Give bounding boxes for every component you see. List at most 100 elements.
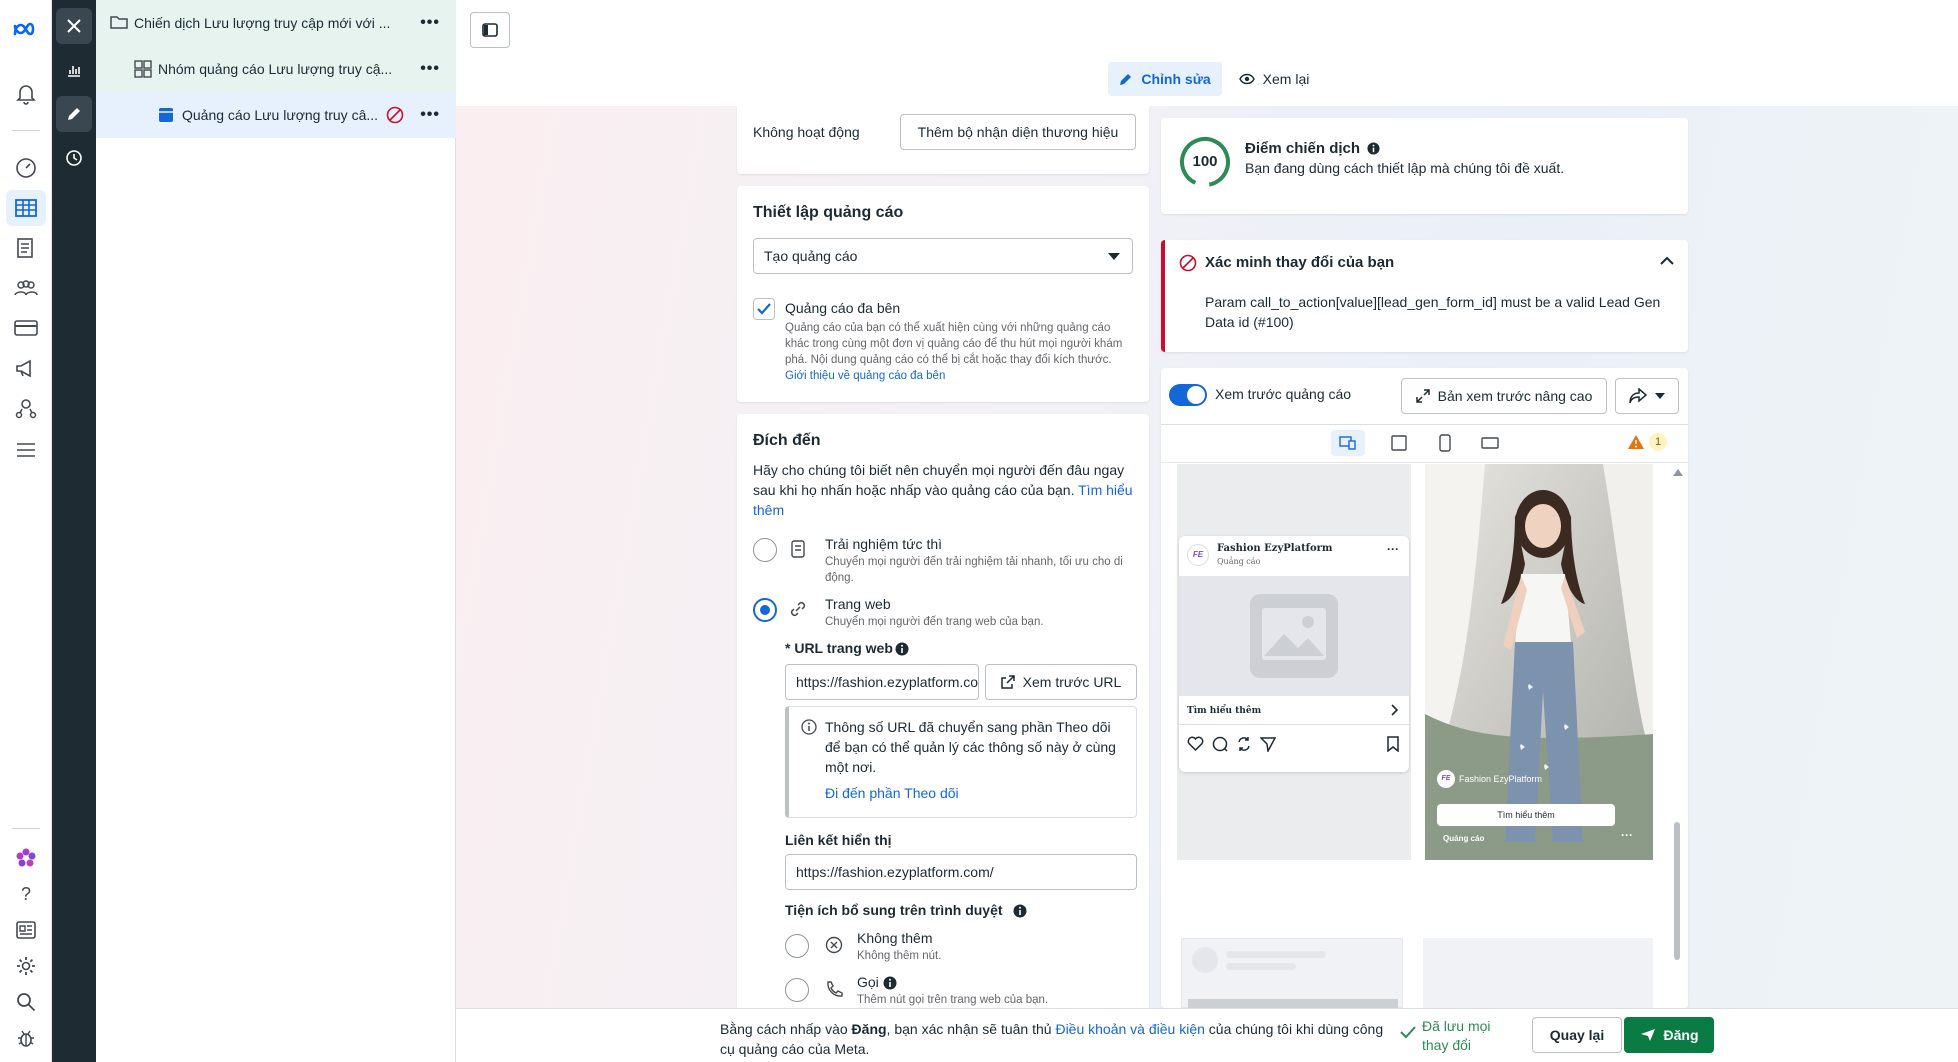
accounts-center-icon[interactable]	[6, 390, 46, 426]
placement-vertical-icon[interactable]	[1439, 434, 1451, 452]
verify-title: Xác minh thay đổi của bạn	[1205, 254, 1395, 271]
toggle-panel-icon[interactable]	[470, 12, 510, 48]
tree-row-ad[interactable]: Quảng cáo Lưu lượng truy câ... •••	[96, 92, 456, 138]
search-icon[interactable]	[6, 984, 46, 1020]
bookmark-icon	[1387, 736, 1399, 752]
megaphone-icon[interactable]	[6, 350, 46, 386]
pencil-icon	[1120, 74, 1132, 85]
website-desc: Chuyển mọi người đến trang web của bạn.	[825, 616, 1044, 628]
campaign-score-card: 100 Điểm chiến dịch Bạn đang dùng cách t…	[1161, 118, 1688, 214]
url-params-info-text: Thông số URL đã chuyển sang phần Theo dõ…	[825, 719, 1116, 775]
close-icon[interactable]	[56, 8, 92, 44]
image-placeholder-icon	[1179, 576, 1409, 696]
feed-more-icon: ···	[1387, 542, 1399, 556]
scroll-up-icon[interactable]	[1673, 468, 1683, 476]
tab-edit[interactable]: Chỉnh sửa	[1108, 62, 1222, 96]
billing-card-icon[interactable]	[6, 310, 46, 346]
score-gauge: 100	[1179, 136, 1231, 188]
placement-square-icon[interactable]	[1391, 435, 1407, 451]
ad-setup-card: Thiết lập quảng cáo Tạo quảng cáo Quảng …	[737, 186, 1149, 402]
tree-row-adset[interactable]: Nhóm quảng cáo Lưu lượng truy cậ... •••	[96, 46, 456, 92]
bell-icon[interactable]	[6, 76, 46, 112]
info-icon	[895, 642, 909, 656]
warning-icon[interactable]	[1627, 434, 1645, 450]
menu-icon[interactable]	[6, 432, 46, 468]
tree-row-campaign[interactable]: Chiến dịch Lưu lượng truy cập mới với ..…	[96, 0, 456, 46]
dashboard-icon[interactable]	[6, 150, 46, 186]
radio-instant-experience[interactable]	[753, 538, 777, 562]
placement-all-icon[interactable]	[1331, 430, 1365, 456]
phone-icon	[825, 980, 843, 998]
instant-experience-desc: Chuyển mọi người đến trải nghiệm tải nha…	[825, 556, 1123, 584]
tab-review[interactable]: Xem lại	[1232, 62, 1316, 96]
error-icon	[386, 106, 404, 124]
website-url-input[interactable]: https://fashion.ezyplatform.com/	[785, 664, 979, 700]
model-photo	[1425, 464, 1653, 860]
adset-more-icon[interactable]: •••	[420, 60, 440, 78]
go-to-tracking-link[interactable]: Đi đến phần Theo dõi	[825, 785, 959, 801]
multi-advertiser-link[interactable]: Giới thiệu về quảng cáo đa bên	[785, 370, 945, 382]
edit-pencil-icon[interactable]	[56, 96, 92, 132]
link-icon	[789, 600, 807, 618]
info-icon-addons	[1013, 904, 1027, 918]
verify-message: Param call_to_action[value][lead_gen_for…	[1205, 294, 1661, 330]
score-desc: Bạn đang dùng cách thiết lập mà chúng tô…	[1245, 160, 1565, 176]
eye-icon	[1238, 73, 1255, 85]
settings-gear-icon[interactable]	[6, 948, 46, 984]
campaigns-table-icon[interactable]	[6, 190, 46, 226]
checkmark-icon	[757, 303, 771, 315]
radio-call-addon[interactable]	[785, 978, 809, 1002]
placement-horizontal-icon[interactable]	[1481, 437, 1499, 449]
audiences-icon[interactable]	[6, 270, 46, 306]
info-circle-icon	[801, 719, 817, 735]
story-cta-button: Tìm hiểu thêm	[1437, 804, 1615, 826]
display-link-input[interactable]: https://fashion.ezyplatform.com/	[785, 854, 1137, 890]
campaign-more-icon[interactable]: •••	[420, 14, 440, 32]
divider-2	[1161, 462, 1688, 463]
story-brand-name: Fashion EzyPlatform	[1459, 774, 1543, 784]
catalog-icon[interactable]	[6, 230, 46, 266]
website-url-value: https://fashion.ezyplatform.com/	[796, 674, 979, 690]
share-button[interactable]	[1615, 378, 1679, 414]
tab-edit-label: Chỉnh sửa	[1141, 71, 1211, 87]
help-icon[interactable]: ?	[6, 876, 46, 912]
website-title: Trang web	[825, 596, 891, 612]
advanced-preview-button[interactable]: Bản xem trước nâng cao	[1401, 378, 1607, 414]
share-arrow-icon	[1629, 388, 1647, 404]
ad-more-icon[interactable]: •••	[420, 106, 440, 124]
story-brand-logo: FE	[1437, 770, 1455, 788]
bug-report-icon[interactable]	[6, 1020, 46, 1056]
instant-experience-icon	[791, 540, 805, 558]
news-icon[interactable]	[6, 912, 46, 948]
saved-status: Đã lưu mọi thay đổi	[1422, 1018, 1491, 1053]
publish-label: Đăng	[1663, 1027, 1699, 1043]
repost-icon	[1238, 737, 1250, 751]
chevron-right-icon	[1391, 704, 1399, 716]
divider	[1161, 424, 1688, 425]
back-button[interactable]: Quay lại	[1532, 1017, 1622, 1053]
add-brand-identity-button[interactable]: Thêm bộ nhận diện thương hiệu	[900, 114, 1136, 150]
no-addon-desc: Không thêm nút.	[857, 950, 942, 962]
preview-scrollbar[interactable]	[1674, 822, 1680, 960]
meta-logo-icon[interactable]	[6, 12, 46, 48]
radio-no-addon[interactable]	[785, 934, 809, 958]
placeholder-card-2	[1423, 938, 1653, 1008]
info-icon-score	[1367, 142, 1380, 155]
radio-website[interactable]	[753, 598, 777, 622]
ad-setup-select-value: Tạo quảng cáo	[764, 248, 858, 264]
chevron-up-icon[interactable]	[1660, 256, 1674, 266]
meta-ai-flower-icon[interactable]	[6, 840, 46, 876]
preview-toggle[interactable]	[1169, 384, 1207, 406]
history-clock-icon[interactable]	[56, 140, 92, 176]
rail-divider-bottom	[12, 828, 40, 829]
caret-down-icon	[1655, 393, 1665, 399]
info-icon-call	[883, 976, 897, 990]
terms-link[interactable]: Điều khoản và điều kiện	[1055, 1021, 1204, 1037]
preview-url-button[interactable]: Xem trước URL	[985, 664, 1137, 700]
ad-setup-select[interactable]: Tạo quảng cáo	[753, 238, 1133, 274]
multi-advertiser-checkbox[interactable]	[753, 298, 775, 320]
publish-button[interactable]: Đăng	[1624, 1017, 1714, 1053]
multi-advertiser-title: Quảng cáo đa bên	[785, 300, 901, 316]
brand-identity-card: Không hoạt động Thêm bộ nhận diện thương…	[737, 106, 1149, 174]
bar-chart-icon[interactable]	[56, 52, 92, 88]
